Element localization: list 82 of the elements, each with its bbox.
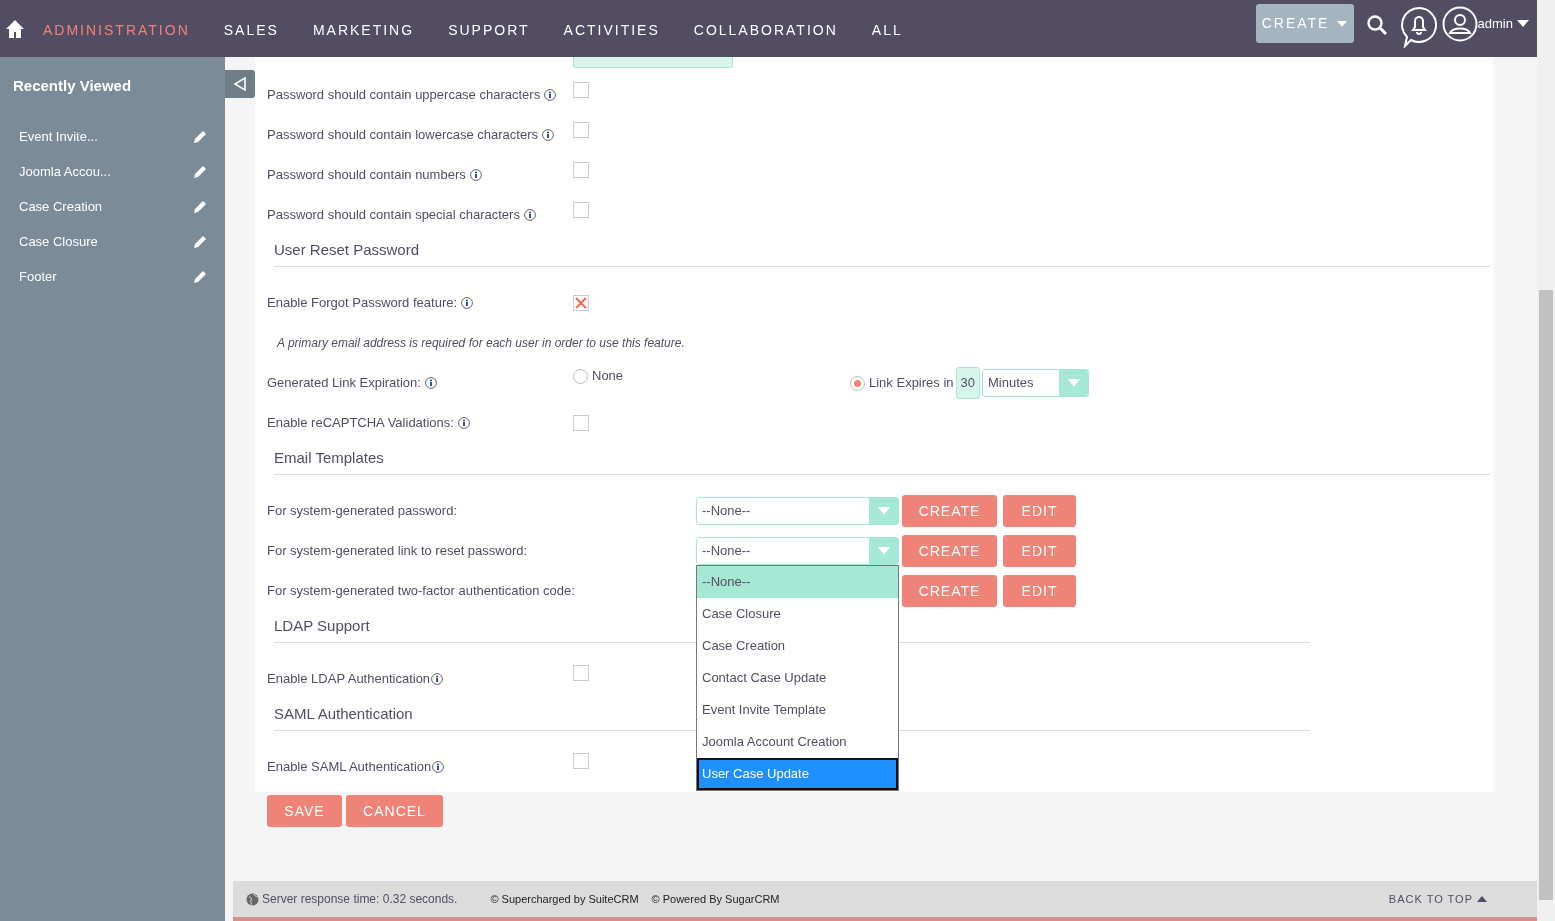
nav-tab[interactable]: MARKETING [312, 16, 415, 41]
field-label: Password should contain lowercase characters [267, 126, 538, 145]
nav-tab[interactable]: ACTIVITIES [563, 16, 660, 41]
sidebar-item[interactable]: Case Creation [0, 189, 225, 224]
checkbox[interactable] [573, 415, 589, 431]
amount-field[interactable]: 30 [955, 367, 980, 399]
field-label: Enable SAML Authentication [267, 758, 432, 777]
template-select[interactable]: --None-- [696, 497, 899, 525]
collapse-button[interactable] [225, 70, 255, 98]
info-icon [544, 89, 557, 101]
checkbox[interactable] [573, 202, 589, 218]
user-menu[interactable]: admin [1477, 13, 1529, 34]
info-note: A primary email address is required for each user in order to use this feature. [275, 335, 685, 352]
copyright-text: © Supercharged by SuiteCRM [490, 891, 639, 907]
info-icon [523, 209, 536, 221]
sidebar-item[interactable]: Footer [0, 259, 225, 294]
pencil-icon[interactable] [193, 234, 207, 249]
caret-up-icon [1477, 896, 1487, 902]
field-label: Password should contain numbers [267, 166, 466, 185]
checkbox[interactable] [573, 665, 589, 681]
info-icon [432, 761, 445, 773]
caret-icon [877, 507, 890, 515]
caret-icon [1337, 20, 1348, 27]
checkbox[interactable] [573, 82, 589, 98]
checkbox[interactable] [573, 122, 589, 138]
info-icon [457, 417, 470, 429]
pencil-icon[interactable] [193, 129, 207, 144]
field-label: For system-generated password: [267, 502, 459, 521]
caret-icon [1517, 20, 1529, 27]
triangle-left-icon [233, 77, 247, 91]
dropdown-option[interactable]: Contact Case Update [697, 662, 898, 694]
section-heading: Email Templates [274, 443, 1490, 475]
template-select[interactable]: --None-- [696, 537, 899, 565]
copyright-text: © Powered By SugarCRM [651, 891, 780, 907]
unit-select[interactable]: Minutes [982, 369, 1089, 397]
checkbox[interactable] [573, 162, 589, 178]
home-icon[interactable] [5, 18, 25, 39]
sidebar-item[interactable]: Joomla Accou... [0, 154, 225, 189]
back-to-top-link[interactable]: BACK TO TOP [1388, 890, 1487, 908]
field-label: Generated Link Expiration: [267, 374, 421, 393]
info-icon [431, 673, 444, 685]
info-icon [469, 169, 482, 181]
radio-option[interactable]: Link Expires in [850, 373, 954, 393]
globe-icon [246, 892, 259, 906]
nav-tab[interactable]: SUPPORT [448, 16, 530, 41]
notification-bell-icon[interactable] [1399, 5, 1438, 48]
nav-tab[interactable]: SALES [223, 16, 279, 41]
section-heading: User Reset Password [274, 235, 1490, 267]
dropdown-option[interactable]: Case Closure [697, 598, 898, 630]
field-label: Enable reCAPTCHA Validations: [267, 414, 454, 433]
checkbox[interactable] [573, 753, 589, 769]
sidebar-title: Recently Viewed [13, 77, 133, 95]
field-label: Password should contain special characters [267, 206, 520, 225]
dropdown-option[interactable]: Joomla Account Creation [697, 726, 898, 758]
sidebar-item[interactable]: Case Closure [0, 224, 225, 259]
checkbox[interactable] [573, 295, 589, 311]
field-label: For system-generated link to reset password: [267, 542, 529, 561]
dropdown-option[interactable]: Event Invite Template [697, 694, 898, 726]
field-label: Enable LDAP Authentication [267, 670, 431, 689]
caret-icon [877, 547, 890, 555]
dropdown-option[interactable]: Case Creation [697, 630, 898, 662]
response-time-text: Server response time: 0.32 seconds. [262, 891, 458, 908]
info-icon [461, 297, 474, 309]
pencil-icon[interactable] [193, 164, 207, 179]
scrollbar-thumb[interactable] [1539, 290, 1553, 900]
pencil-icon[interactable] [193, 269, 207, 284]
field-label: For system-generated two-factor authentication code: [267, 582, 576, 601]
scrollbar[interactable] [1537, 0, 1555, 921]
radio-option[interactable]: None [573, 366, 850, 386]
info-icon [541, 129, 554, 141]
search-icon[interactable] [1365, 13, 1388, 36]
nav-tab[interactable]: ALL [871, 16, 903, 41]
user-avatar-icon[interactable] [1441, 5, 1478, 42]
pencil-icon[interactable] [193, 199, 207, 214]
sidebar-item[interactable]: Event Invite... [0, 119, 225, 154]
input-field[interactable] [573, 57, 733, 68]
field-label: Password should contain uppercase characters [267, 86, 541, 105]
nav-tab[interactable]: COLLABORATION [693, 16, 838, 41]
info-icon [424, 377, 437, 389]
dropdown-option[interactable]: --None-- [697, 566, 898, 598]
caret-icon [1067, 379, 1080, 387]
field-label: Enable Forgot Password feature: [267, 294, 458, 313]
